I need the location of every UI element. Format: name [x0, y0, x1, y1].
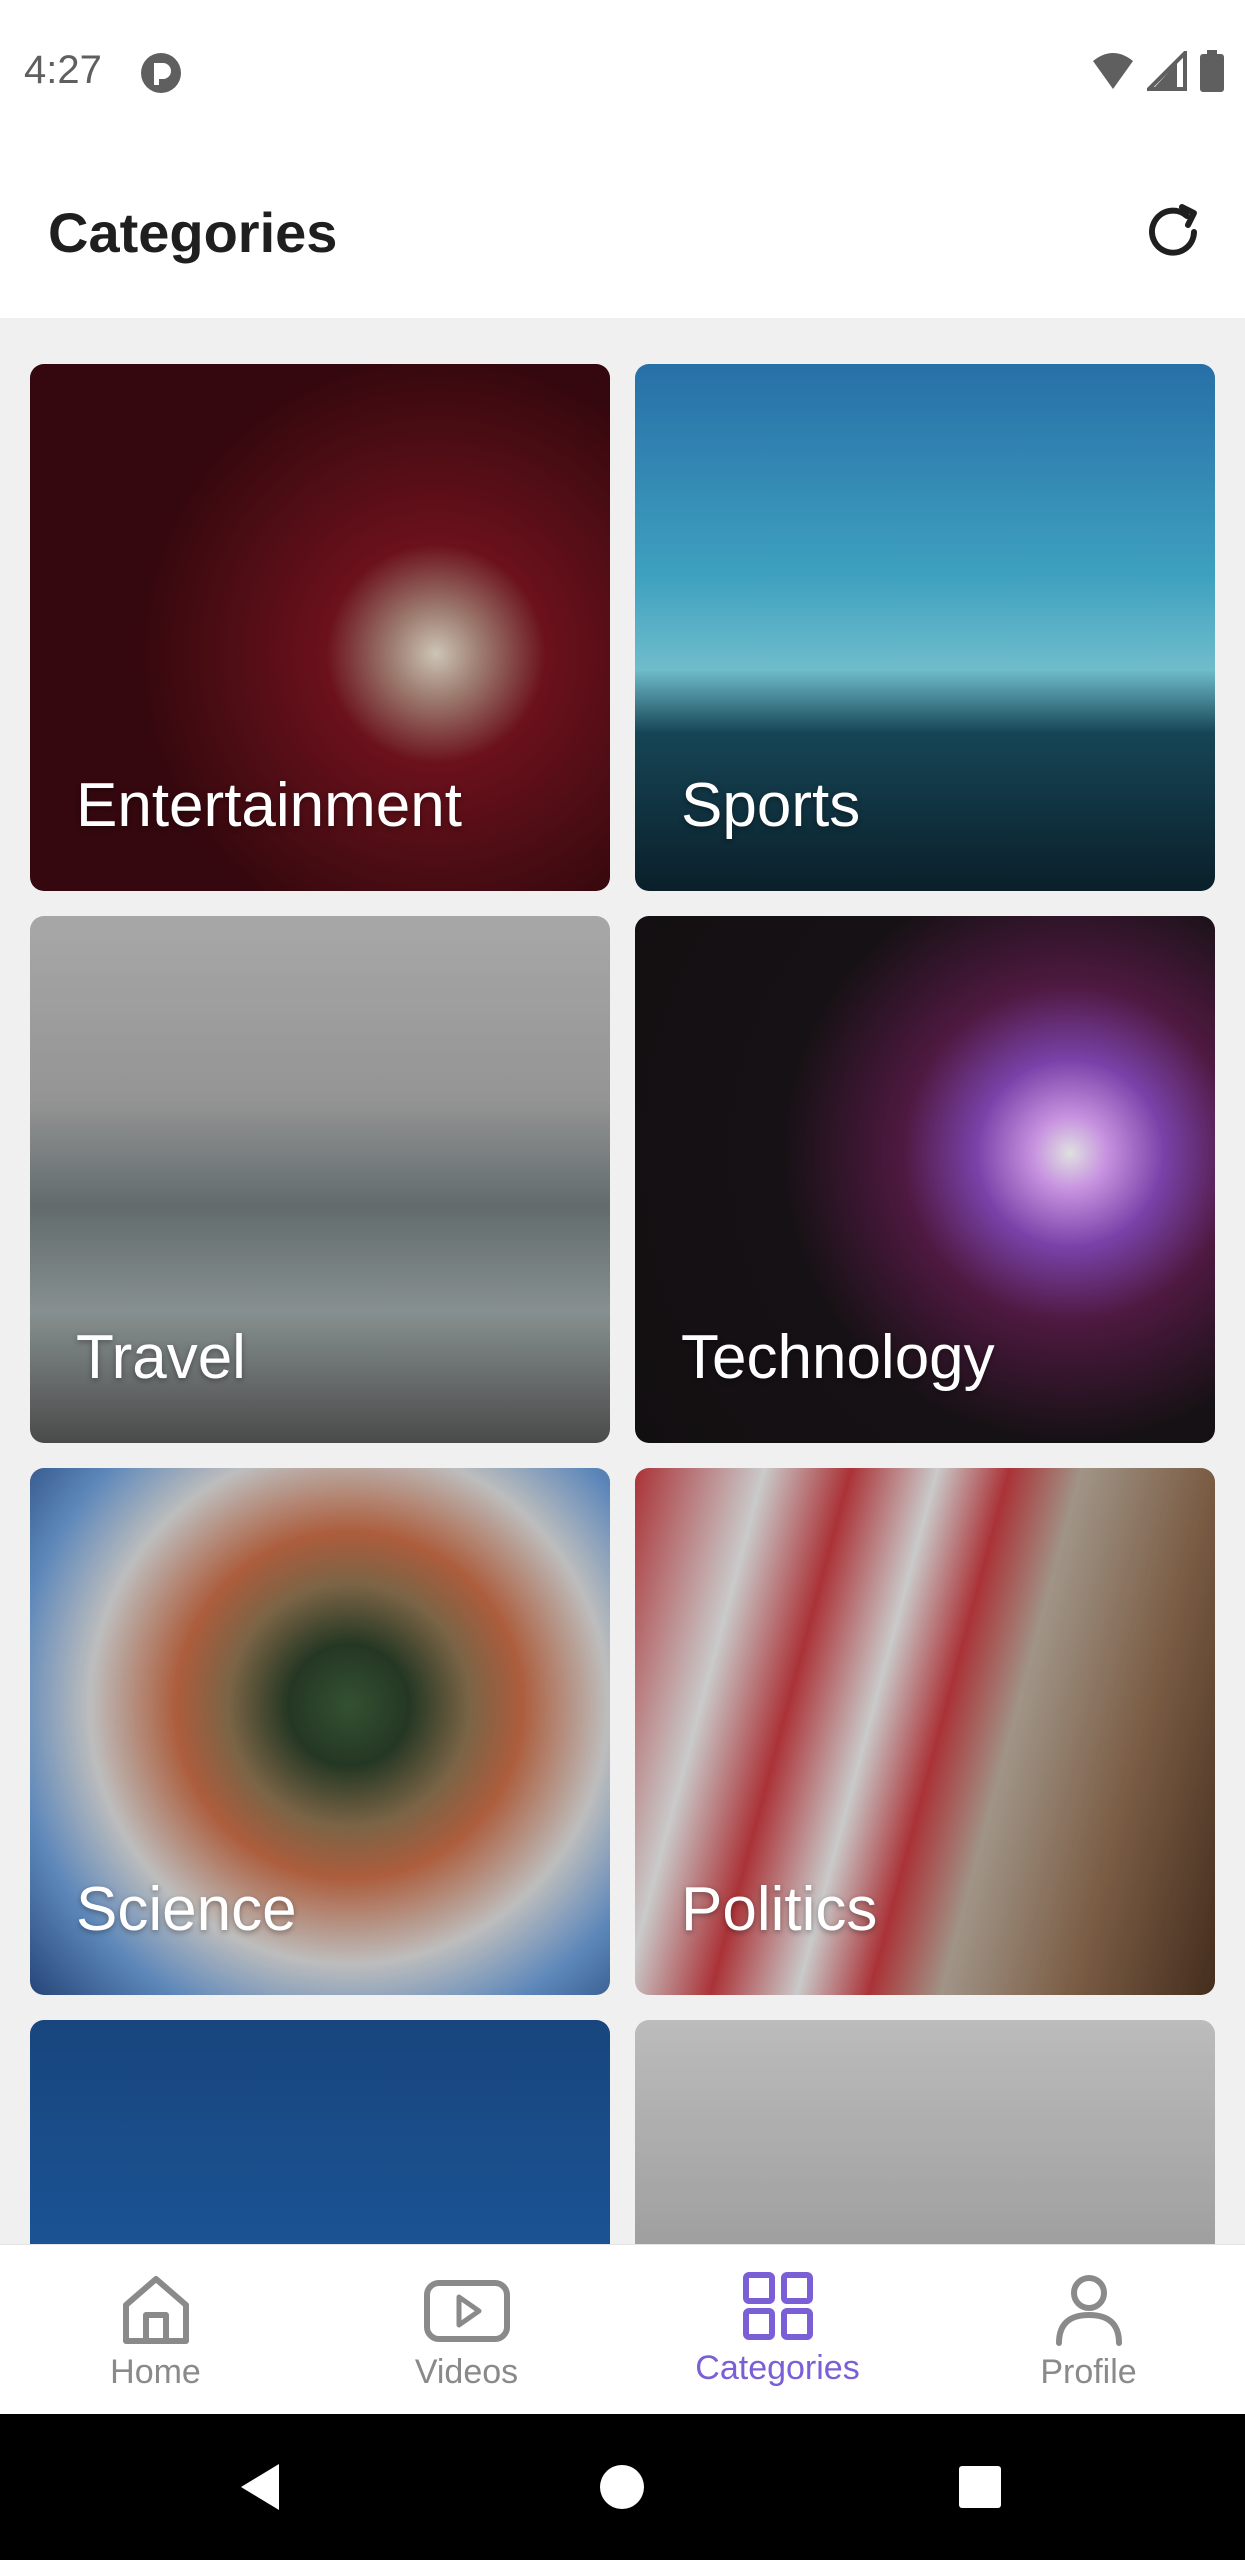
back-icon — [241, 2464, 279, 2510]
category-card-politics[interactable]: Politics — [635, 1468, 1215, 1995]
category-card-8[interactable] — [635, 2020, 1215, 2244]
refresh-icon — [1149, 204, 1197, 256]
system-home-button[interactable] — [542, 2414, 702, 2560]
category-card-7[interactable] — [30, 2020, 610, 2244]
category-label: Politics — [681, 1875, 878, 1944]
category-label: Technology — [681, 1323, 995, 1392]
refresh-button[interactable] — [1131, 190, 1215, 274]
home-circle-icon — [600, 2465, 644, 2509]
woman-stretching-image — [635, 2020, 1215, 2244]
nav-profile[interactable]: Profile — [933, 2245, 1244, 2415]
bottom-nav: Home Videos Categories Profile — [0, 2244, 1245, 2414]
profile-icon — [1055, 2275, 1122, 2346]
blue-sky-image — [30, 2020, 610, 2244]
nav-categories[interactable]: Categories — [622, 2245, 933, 2415]
pocket-icon — [141, 53, 181, 93]
nav-label-videos: Videos — [414, 2353, 519, 2391]
category-label: Entertainment — [76, 771, 462, 840]
battery-icon — [1200, 50, 1224, 92]
category-label: Travel — [76, 1323, 246, 1392]
category-card-entertainment[interactable]: Entertainment — [30, 364, 610, 891]
status-icons — [1091, 50, 1225, 92]
nav-label-profile: Profile — [1040, 2353, 1137, 2391]
wifi-icon — [1093, 53, 1133, 89]
app-bar: Categories — [0, 150, 1245, 318]
category-card-sports[interactable]: Sports — [635, 364, 1215, 891]
video-icon — [423, 2280, 510, 2342]
system-recents-button[interactable] — [900, 2414, 1060, 2560]
recents-icon — [959, 2466, 1001, 2508]
grid-icon — [742, 2272, 813, 2340]
category-label: Sports — [681, 771, 861, 840]
category-card-technology[interactable]: Technology — [635, 916, 1215, 1443]
system-nav-bar — [0, 2414, 1245, 2560]
category-label: Science — [76, 1875, 297, 1944]
category-card-science[interactable]: Science — [30, 1468, 610, 1995]
page-title: Categories — [48, 201, 338, 264]
nav-label-home: Home — [110, 2353, 201, 2391]
nav-videos[interactable]: Videos — [311, 2245, 622, 2415]
nav-label-categories: Categories — [695, 2349, 860, 2387]
category-card-travel[interactable]: Travel — [30, 916, 610, 1443]
signal-icon — [1147, 51, 1187, 91]
status-time: 4:27 — [24, 48, 102, 92]
nav-home[interactable]: Home — [0, 2245, 311, 2415]
category-grid: Entertainment Sports Travel Technology S… — [0, 318, 1245, 2244]
home-icon — [122, 2276, 189, 2344]
status-bar: 4:27 — [0, 0, 1245, 150]
system-back-button[interactable] — [180, 2414, 340, 2560]
